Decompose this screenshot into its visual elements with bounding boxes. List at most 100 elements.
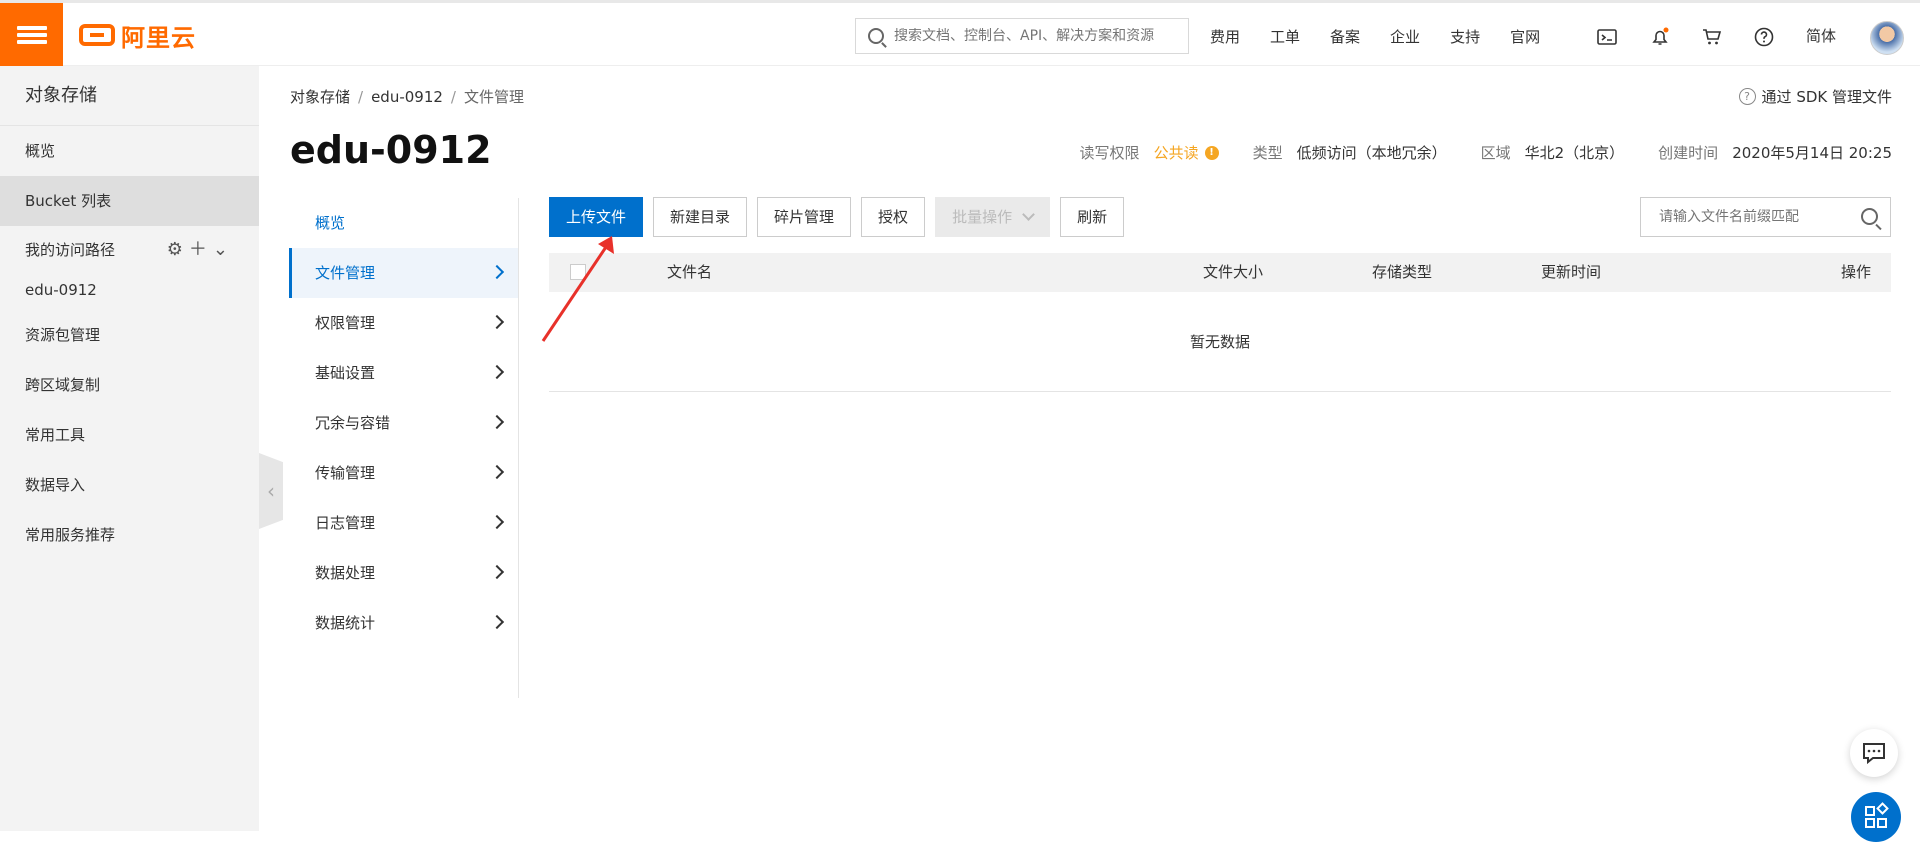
breadcrumb-object-storage[interactable]: 对象存储 [290, 88, 350, 106]
sidebar-collapse-handle[interactable]: ‹ [259, 453, 283, 529]
aliyun-logo-mark [79, 24, 115, 46]
subnav-label: 文件管理 [315, 264, 376, 282]
refresh-button[interactable]: 刷新 [1060, 197, 1125, 237]
subnav-file-management[interactable]: 文件管理 [289, 248, 518, 298]
fragment-management-button[interactable]: 碎片管理 [757, 197, 852, 237]
top-bar: 阿里云 费用 工单 备案 企业 支持 官网 简体 [0, 0, 1920, 66]
aliyun-logo-text: 阿里云 [121, 23, 196, 52]
file-toolbar: 上传文件 新建目录 碎片管理 授权 批量操作 刷新 [549, 197, 1134, 237]
bucket-subnav: 概览 文件管理 权限管理 基础设置 冗余与容错 传输管理 日志管理 数据处理 数… [289, 198, 519, 698]
breadcrumb: 对象存储 / edu-0912 / 文件管理 [290, 86, 524, 107]
access-path-tools: ⚙＋⌄ [167, 230, 234, 270]
authorize-button[interactable]: 授权 [861, 197, 926, 237]
warning-icon[interactable]: ! [1204, 145, 1219, 160]
batch-operations-label: 批量操作 [952, 208, 1013, 226]
subnav-label: 基础设置 [315, 364, 376, 382]
top-nav-links: 费用 工单 备案 企业 支持 官网 [1210, 3, 1570, 69]
new-directory-button[interactable]: 新建目录 [653, 197, 748, 237]
add-icon[interactable]: ＋ [189, 239, 213, 260]
chevron-right-icon [489, 464, 505, 480]
batch-operations-button: 批量操作 [935, 197, 1051, 237]
region-value: 华北2（北京） [1524, 144, 1625, 162]
column-actions: 操作 [1840, 263, 1871, 281]
settings-icon[interactable]: ⚙ [167, 239, 189, 260]
chat-button[interactable] [1850, 729, 1898, 777]
question-icon: ? [1738, 88, 1756, 105]
sidebar: 对象存储 概览 Bucket 列表 我的访问路径 ⚙＋⌄ edu-0912 资源… [0, 66, 259, 831]
global-search-input[interactable] [894, 28, 1184, 44]
help-icon[interactable] [1754, 27, 1774, 47]
chevron-right-icon [489, 614, 505, 630]
sidebar-item-data-import[interactable]: 数据导入 [0, 460, 259, 510]
breadcrumb-separator: / [358, 88, 364, 106]
subnav-redundancy[interactable]: 冗余与容错 [289, 398, 518, 448]
sidebar-item-bucket-edu-0912[interactable]: edu-0912 [0, 270, 259, 310]
breadcrumb-separator: / [450, 88, 456, 106]
chevron-right-icon [489, 514, 505, 530]
sidebar-item-cross-region-replication[interactable]: 跨区域复制 [0, 360, 259, 410]
subnav-permission-management[interactable]: 权限管理 [289, 298, 518, 348]
red-arrow-annotation [541, 236, 614, 342]
column-file-size[interactable]: 文件大小 [1203, 253, 1263, 292]
sidebar-item-resource-packages[interactable]: 资源包管理 [0, 310, 259, 360]
subnav-data-statistics[interactable]: 数据统计 [289, 598, 518, 648]
column-file-name[interactable]: 文件名 [667, 253, 712, 292]
hamburger-menu-icon[interactable] [0, 3, 63, 66]
type-label: 类型 [1252, 144, 1283, 162]
language-switch[interactable]: 简体 [1806, 25, 1836, 46]
column-storage-type[interactable]: 存储类型 [1372, 253, 1432, 292]
nav-link-enterprise[interactable]: 企业 [1390, 26, 1420, 47]
acl-value: 公共读 [1153, 144, 1199, 162]
bell-icon[interactable] [1650, 27, 1670, 47]
chevron-down-icon [1022, 208, 1035, 221]
nav-link-tickets[interactable]: 工单 [1270, 26, 1300, 47]
empty-state: 暂无数据 [549, 292, 1891, 392]
subnav-log-management[interactable]: 日志管理 [289, 498, 518, 548]
sidebar-item-overview[interactable]: 概览 [0, 126, 259, 176]
cart-icon[interactable] [1702, 27, 1722, 47]
nav-link-fees[interactable]: 费用 [1210, 26, 1240, 47]
chevron-right-icon [489, 414, 505, 430]
region-label: 区域 [1480, 144, 1511, 162]
created-value: 2020年5月14日 20:25 [1732, 144, 1892, 162]
subnav-basic-settings[interactable]: 基础设置 [289, 348, 518, 398]
column-updated-time[interactable]: 更新时间 [1541, 253, 1601, 292]
access-path-label: 我的访问路径 [25, 241, 116, 259]
chevron-right-icon [489, 314, 505, 330]
aliyun-logo[interactable]: 阿里云 [79, 20, 196, 52]
subnav-transfer-management[interactable]: 传输管理 [289, 448, 518, 498]
chevron-right-icon [489, 364, 505, 380]
page-title: edu-0912 [290, 128, 492, 172]
breadcrumb-current: 文件管理 [463, 88, 524, 106]
created-label: 创建时间 [1658, 144, 1719, 162]
search-icon [868, 28, 884, 44]
breadcrumb-bucket[interactable]: edu-0912 [371, 88, 443, 106]
type-value: 低频访问（本地冗余） [1296, 144, 1447, 162]
subnav-data-processing[interactable]: 数据处理 [289, 548, 518, 598]
sdk-link-text: 通过 SDK 管理文件 [1761, 88, 1892, 106]
subnav-overview[interactable]: 概览 [289, 198, 518, 248]
nav-link-support[interactable]: 支持 [1450, 26, 1480, 47]
chevron-right-icon [489, 564, 505, 580]
chevron-down-icon[interactable]: ⌄ [213, 239, 234, 260]
subnav-label: 日志管理 [315, 514, 376, 532]
sidebar-item-common-tools[interactable]: 常用工具 [0, 410, 259, 460]
sdk-manage-files-link[interactable]: ? 通过 SDK 管理文件 [1738, 86, 1892, 107]
file-prefix-input[interactable] [1659, 209, 1849, 225]
nav-link-icp[interactable]: 备案 [1330, 26, 1360, 47]
subnav-label: 数据处理 [315, 564, 376, 582]
subnav-label: 数据统计 [315, 614, 376, 632]
subnav-label: 冗余与容错 [315, 414, 391, 432]
nav-link-official-site[interactable]: 官网 [1510, 26, 1540, 47]
terminal-icon[interactable] [1597, 27, 1617, 47]
file-prefix-search[interactable] [1640, 197, 1891, 237]
sidebar-item-bucket-list[interactable]: Bucket 列表 [0, 176, 259, 226]
sidebar-access-path[interactable]: 我的访问路径 ⚙＋⌄ [0, 230, 259, 270]
global-search[interactable] [855, 18, 1189, 54]
bucket-meta: 读写权限 公共读 ! 类型 低频访问（本地冗余） 区域 华北2（北京） 创建时间… [1080, 142, 1892, 163]
user-avatar[interactable] [1870, 21, 1904, 55]
search-icon[interactable] [1861, 208, 1878, 225]
sidebar-item-recommended-services[interactable]: 常用服务推荐 [0, 510, 259, 560]
subnav-label: 权限管理 [315, 314, 376, 332]
apps-button[interactable] [1851, 792, 1901, 842]
